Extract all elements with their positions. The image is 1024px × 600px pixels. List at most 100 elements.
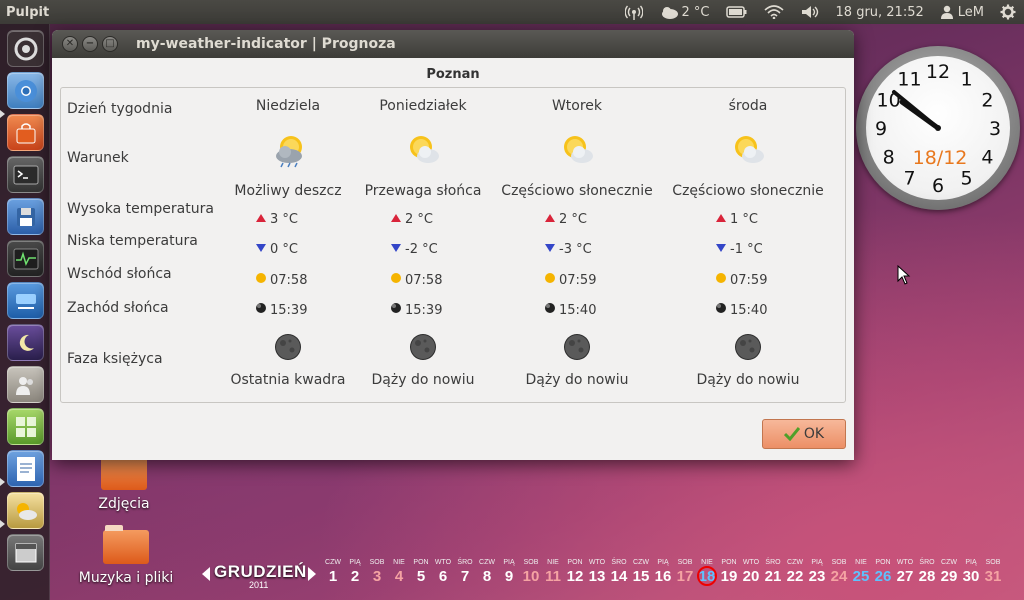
calendar-day-name: PIĄ xyxy=(503,559,515,566)
ubuntu-logo-icon xyxy=(14,37,37,60)
calendar-day[interactable]: ŚRO 21 xyxy=(762,558,784,586)
calendar-day[interactable]: CZW 29 xyxy=(938,558,960,586)
calendar-day-name: PON xyxy=(567,559,583,566)
launcher-chromium[interactable] xyxy=(7,72,44,109)
clock-number: 3 xyxy=(989,118,1001,140)
sun-icon xyxy=(544,272,556,288)
calendar-day-number: 27 xyxy=(896,568,914,585)
weather-indicator[interactable]: 2 °C xyxy=(651,0,718,24)
calendar-day[interactable]: WTO 13 xyxy=(586,558,608,586)
calendar-next-arrow[interactable] xyxy=(308,567,316,581)
launcher-contacts[interactable] xyxy=(7,366,44,403)
launcher-system-monitor[interactable] xyxy=(7,240,44,277)
sunrise-time-text: 07:58 xyxy=(270,272,308,288)
clock-indicator[interactable]: 18 gru, 21:52 xyxy=(828,0,932,24)
row-label-high: Wysoka temperatura xyxy=(67,201,214,217)
sun-icon xyxy=(255,272,267,288)
condition-text: Częściowo słonecznie xyxy=(672,183,824,199)
calendar-day[interactable]: PIĄ 2 xyxy=(344,558,366,586)
calendar-day[interactable]: PIĄ 30 xyxy=(960,558,982,586)
calendar-day[interactable]: NIE 25 xyxy=(850,558,872,586)
high-temp: 1 °C xyxy=(715,212,758,227)
calendar-day[interactable]: CZW 22 xyxy=(784,558,806,586)
user-indicator[interactable]: LeM xyxy=(932,0,992,24)
desktop-icon-music[interactable]: Muzyka i pliki xyxy=(74,525,178,586)
calendar-day-name: WTO xyxy=(588,559,606,566)
calendar-day[interactable]: WTO 6 xyxy=(432,558,454,586)
calendar-day[interactable]: WTO 20 xyxy=(740,558,762,586)
calendar-day[interactable]: SOB 10 xyxy=(520,558,542,586)
calendar-prev-arrow[interactable] xyxy=(202,567,210,581)
clock-center xyxy=(935,125,941,131)
calendar-day-number: 15 xyxy=(632,568,650,585)
window-title: my-weather-indicator | Prognoza xyxy=(136,36,396,52)
launcher-workspace-switcher[interactable] xyxy=(7,408,44,445)
calendar-day[interactable]: SOB 31 xyxy=(982,558,1004,586)
sunrise-time: 07:59 xyxy=(715,272,767,288)
broadcast-icon xyxy=(624,5,643,20)
ok-button[interactable]: OK xyxy=(762,419,846,449)
calendar-day[interactable]: CZW 15 xyxy=(630,558,652,586)
calendar-day[interactable]: ŚRO 14 xyxy=(608,558,630,586)
calendar-day[interactable]: WTO 27 xyxy=(894,558,916,586)
launcher-network-tool[interactable] xyxy=(7,282,44,319)
calendar-day[interactable]: PIĄ 23 xyxy=(806,558,828,586)
top-panel: Pulpit 2 °C 18 gru, 21:52 LeM xyxy=(0,0,1024,24)
launcher-software-center[interactable] xyxy=(7,114,44,151)
row-label-moon: Faza księżyca xyxy=(67,351,163,367)
calendar-day-number: 25 xyxy=(852,568,870,585)
calendar-day[interactable]: PIĄ 16 xyxy=(652,558,674,586)
partly-cloudy-icon xyxy=(560,132,596,172)
calendar-day[interactable]: NIE 4 xyxy=(388,558,410,586)
clock-number: 9 xyxy=(875,118,887,140)
calendar-day[interactable]: ŚRO 28 xyxy=(916,558,938,586)
calendar-day-name: SOB xyxy=(369,559,385,566)
battery-indicator[interactable] xyxy=(718,0,756,24)
wifi-indicator[interactable] xyxy=(756,0,792,24)
calendar-day-name: SOB xyxy=(831,559,847,566)
calendar-day[interactable]: PON 19 xyxy=(718,558,740,586)
calendar-day[interactable]: NIE 11 xyxy=(542,558,564,586)
maximize-button[interactable]: □ xyxy=(102,36,118,52)
launcher-night-mode[interactable] xyxy=(7,324,44,361)
calendar-day-number: 13 xyxy=(588,568,606,585)
session-indicator[interactable] xyxy=(992,0,1024,24)
volume-indicator[interactable] xyxy=(792,0,828,24)
calendar-day[interactable]: PIĄ 9 xyxy=(498,558,520,586)
calendar-day[interactable]: PON 12 xyxy=(564,558,586,586)
calendar-day[interactable]: PON 5 xyxy=(410,558,432,586)
close-button[interactable]: ✕ xyxy=(62,36,78,52)
calendar-day[interactable]: SOB 17 xyxy=(674,558,696,586)
sunrise-time: 07:58 xyxy=(390,272,442,288)
calendar-day-number: 10 xyxy=(522,568,540,585)
sunrise-time-text: 07:58 xyxy=(405,272,443,288)
calendar-day-name: ŚRO xyxy=(919,559,935,566)
desktop-icon-pictures[interactable]: Zdjęcia xyxy=(92,451,156,512)
launcher-backup-tool[interactable] xyxy=(7,198,44,235)
calendar-day[interactable]: CZW 8 xyxy=(476,558,498,586)
launcher-workspaces[interactable] xyxy=(7,534,44,571)
launcher-writer[interactable] xyxy=(7,450,44,487)
terminal-icon xyxy=(13,165,38,184)
clock-number: 4 xyxy=(981,147,993,169)
row-label-condition: Warunek xyxy=(67,150,129,166)
moon-night-icon xyxy=(19,334,34,351)
calendar-day-name: SOB xyxy=(677,559,693,566)
calendar-day-name: CZW xyxy=(787,559,803,566)
calendar-day[interactable]: PON 26 xyxy=(872,558,894,586)
clock-number: 8 xyxy=(883,147,895,169)
calendar-day[interactable]: SOB 24 xyxy=(828,558,850,586)
window-titlebar[interactable]: ✕ − □ my-weather-indicator | Prognoza xyxy=(52,30,854,58)
low-temp-text: -3 °C xyxy=(559,242,592,257)
launcher-dash-button[interactable] xyxy=(7,30,44,67)
launcher-terminal[interactable] xyxy=(7,156,44,193)
launcher-weather-indicator[interactable] xyxy=(7,492,44,529)
calendar-day[interactable]: ŚRO 7 xyxy=(454,558,476,586)
minimize-button[interactable]: − xyxy=(82,36,98,52)
calendar-day[interactable]: NIE 18 xyxy=(696,558,718,586)
calendar-day[interactable]: CZW 1 xyxy=(322,558,344,586)
ok-button-label: OK xyxy=(803,426,825,442)
document-icon xyxy=(16,456,35,481)
calendar-day[interactable]: SOB 3 xyxy=(366,558,388,586)
network-broadcast-indicator[interactable] xyxy=(617,0,651,24)
